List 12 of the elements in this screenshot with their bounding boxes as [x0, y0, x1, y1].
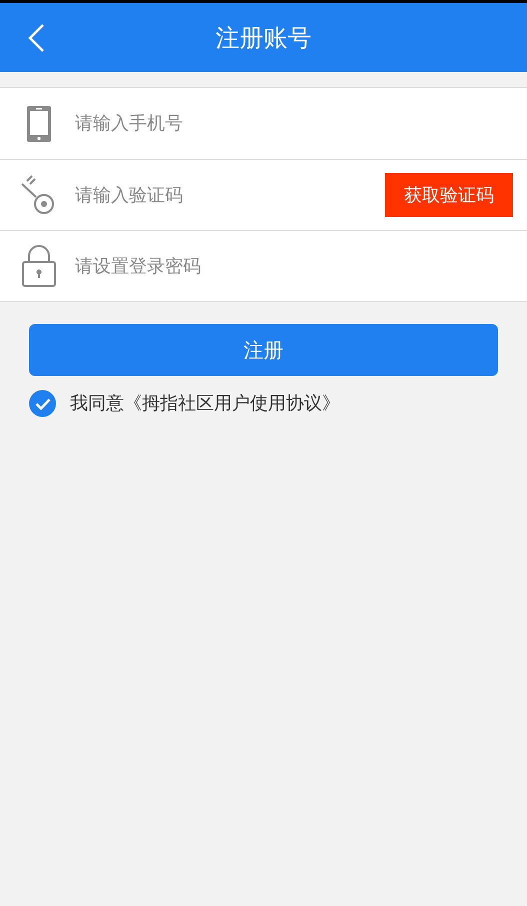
input-field[interactable]: 请输入手机号 [75, 110, 527, 137]
page-title: 注册账号 [216, 22, 312, 54]
get-code-button[interactable]: 获取验证码 [385, 173, 513, 217]
lock-icon [20, 245, 56, 287]
agreement-text: 我同意《拇指社区用户使用协议》 [70, 392, 340, 416]
back-icon[interactable] [26, 22, 46, 52]
input-field[interactable]: 请设置登录密码 [75, 252, 527, 280]
check-icon [34, 398, 50, 410]
agree-checkbox[interactable] [29, 390, 56, 417]
input-field[interactable]: 请输入验证码 [75, 182, 385, 208]
register-button[interactable]: 注册 [29, 324, 498, 376]
phone-icon [26, 104, 52, 142]
